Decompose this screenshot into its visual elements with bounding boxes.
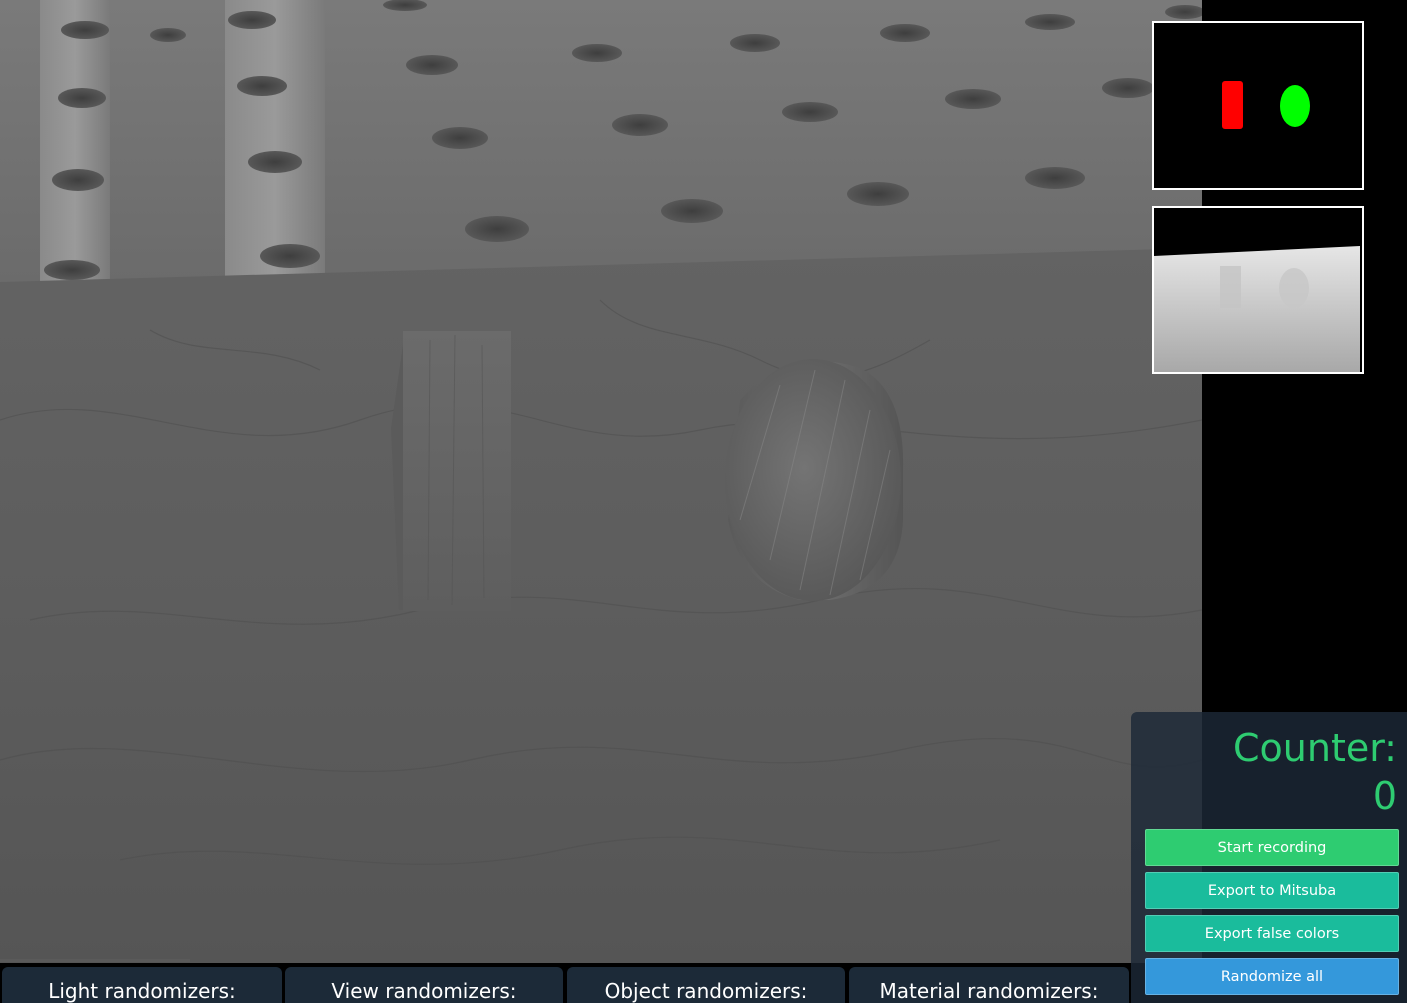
export-false-colors-button[interactable]: Export false colors (1145, 915, 1399, 952)
tab-view-randomizers[interactable]: View randomizers: (285, 967, 563, 1003)
counter-value: 0 (1372, 774, 1397, 818)
randomize-all-button[interactable]: Randomize all (1145, 958, 1399, 995)
horizontal-scrollbar[interactable] (0, 959, 190, 962)
segmentation-mask-red (1222, 81, 1243, 129)
tab-material-randomizers[interactable]: Material randomizers: (849, 967, 1129, 1003)
start-recording-button[interactable]: Start recording (1145, 829, 1399, 866)
render-viewport[interactable] (0, 0, 1202, 963)
segmentation-preview (1152, 21, 1364, 190)
cylinder (725, 359, 904, 601)
tab-light-randomizers[interactable]: Light randomizers: (2, 967, 282, 1003)
segmentation-mask-green (1280, 85, 1310, 127)
depth-preview (1152, 206, 1364, 374)
tab-object-randomizers[interactable]: Object randomizers: (567, 967, 845, 1003)
counter-label: Counter: (1233, 726, 1397, 770)
control-panel: Counter: 0 Start recording Export to Mit… (1131, 712, 1407, 1003)
export-mitsuba-button[interactable]: Export to Mitsuba (1145, 872, 1399, 909)
box-block (391, 331, 511, 611)
